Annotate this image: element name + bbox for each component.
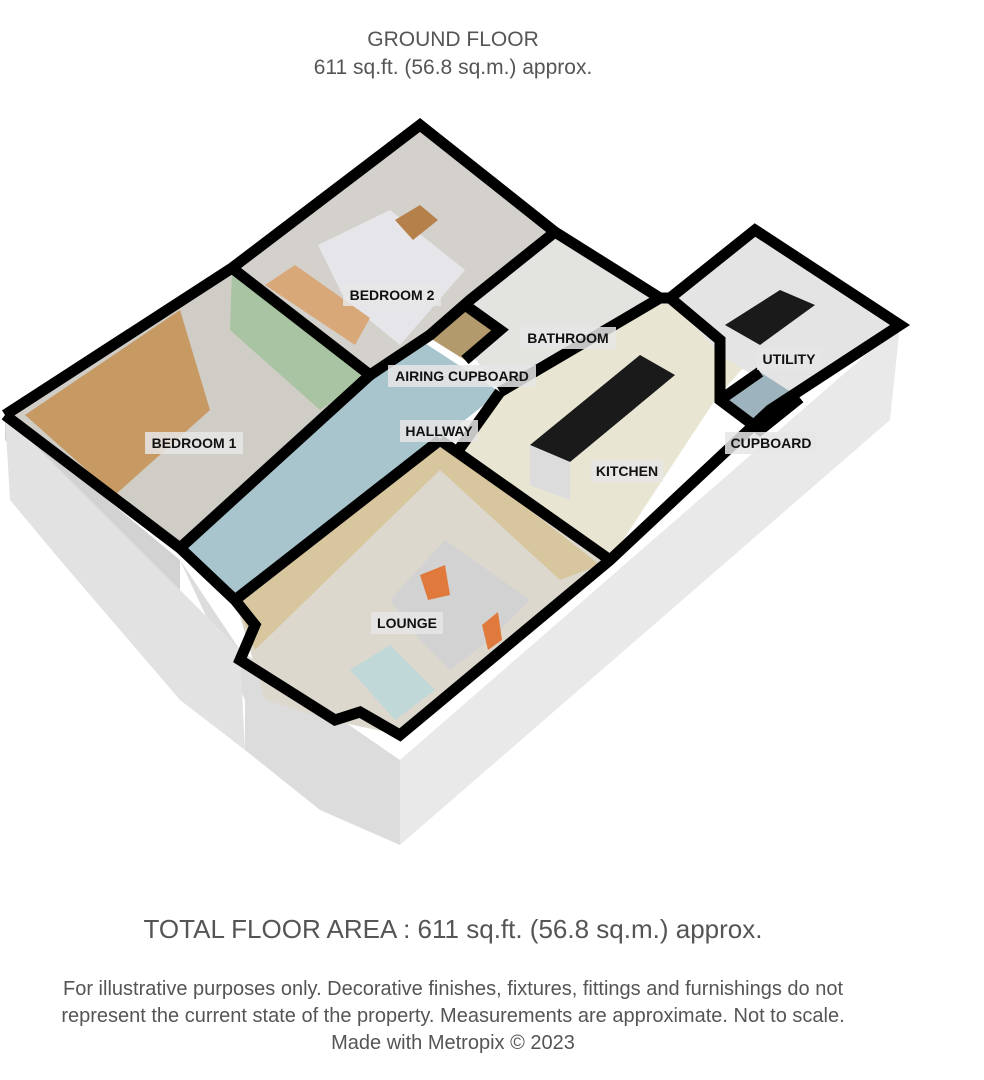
label-bedroom-2: BEDROOM 2	[350, 287, 435, 303]
disclaimer: For illustrative purposes only. Decorati…	[0, 976, 906, 1057]
disclaimer-line-1: For illustrative purposes only. Decorati…	[63, 978, 843, 1000]
label-bathroom: BATHROOM	[527, 330, 608, 346]
label-lounge: LOUNGE	[377, 615, 437, 631]
total-floor-area: TOTAL FLOOR AREA : 611 sq.ft. (56.8 sq.m…	[143, 914, 763, 944]
label-hallway: HALLWAY	[405, 423, 473, 439]
label-utility: UTILITY	[763, 351, 817, 367]
label-bedroom-1: BEDROOM 1	[152, 435, 237, 451]
credit-line: Made with Metropix © 2023	[331, 1032, 575, 1054]
disclaimer-line-2: represent the current state of the prope…	[61, 1005, 845, 1027]
label-kitchen: KITCHEN	[596, 463, 658, 479]
label-cupboard: CUPBOARD	[731, 435, 812, 451]
label-airing-cupboard: AIRING CUPBOARD	[395, 368, 529, 384]
floor-plan-illustration: BEDROOM 2 BEDROOM 1 BATHROOM AIRING CUPB…	[1, 118, 911, 845]
